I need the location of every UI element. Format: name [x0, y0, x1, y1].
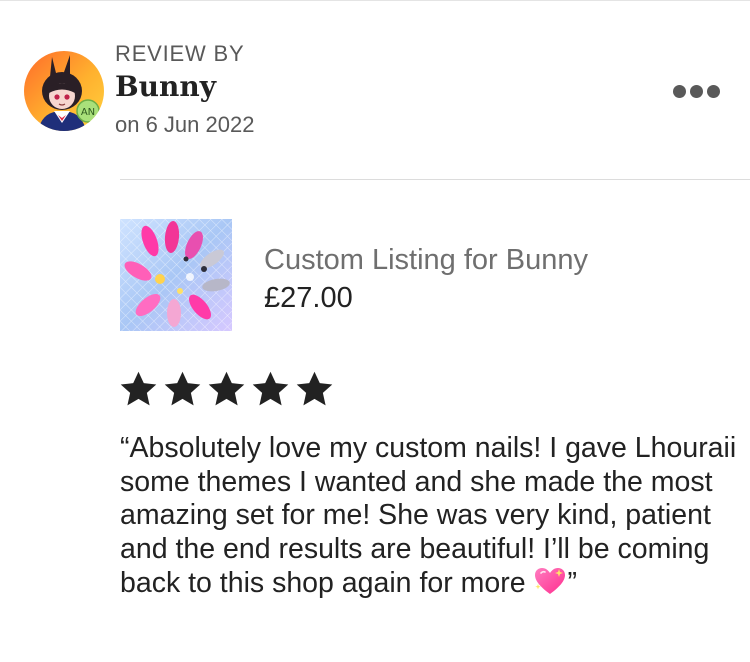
- listing-price: £27.00: [264, 282, 353, 314]
- avatar-image: AN: [24, 51, 104, 131]
- more-options-icon-dot: [689, 84, 703, 98]
- review-text-closing-quote: ”: [567, 567, 577, 599]
- more-options-button[interactable]: [664, 76, 728, 106]
- more-options-icon-dot: [706, 84, 720, 98]
- review-text-body: “Absolutely love my custom nails! I gave…: [120, 432, 737, 599]
- top-divider: [0, 0, 750, 1]
- review-date: on 6 Jun 2022: [115, 112, 255, 137]
- reviewer-name[interactable]: Bunny: [115, 70, 216, 103]
- star-icon: [164, 371, 201, 406]
- listing-image: [120, 219, 232, 331]
- star-rating: [118, 369, 335, 410]
- review-by-label: REVIEW BY: [115, 41, 245, 66]
- star-icon: [208, 371, 245, 406]
- svg-text:AN: AN: [81, 107, 95, 118]
- listing-title-link[interactable]: Custom Listing for Bunny: [264, 244, 588, 277]
- star-icon: [252, 371, 289, 406]
- star-icon: [296, 371, 333, 406]
- more-options-icon: [672, 84, 686, 98]
- section-divider: [120, 179, 750, 180]
- review-text: “Absolutely love my custom nails! I gave…: [120, 432, 740, 601]
- star-icon: [120, 371, 157, 406]
- reviewer-avatar[interactable]: AN: [24, 51, 104, 131]
- sparkling-heart-icon: [535, 568, 566, 594]
- listing-thumbnail[interactable]: [120, 219, 232, 331]
